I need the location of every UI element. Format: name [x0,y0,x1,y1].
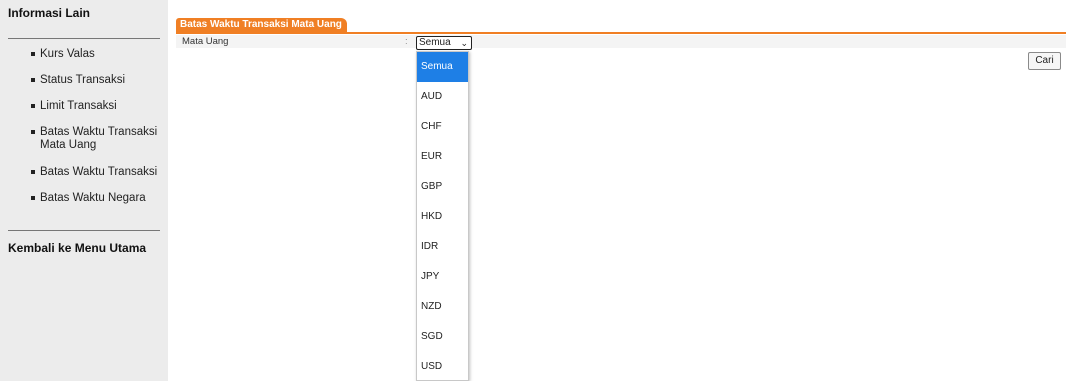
sidebar-item-kurs-valas[interactable]: Kurs Valas [0,48,168,61]
sidebar-item-label: Kurs Valas [40,48,95,60]
sidebar-item-batas-waktu-transaksi[interactable]: Batas Waktu Transaksi [0,166,168,179]
currency-option[interactable]: NZD [417,292,468,322]
bullet-icon [31,104,35,108]
currency-option[interactable]: HKD [417,202,468,232]
currency-option[interactable]: SGD [417,322,468,352]
currency-option[interactable]: CHF [417,112,468,142]
currency-dropdown-list: Semua AUD CHF EUR GBP HKD IDR JPY NZD SG… [416,51,469,381]
sidebar-divider [8,230,160,231]
sidebar-divider [8,38,160,39]
tab-underline [176,32,1066,34]
currency-option[interactable]: JPY [417,262,468,292]
currency-option[interactable]: IDR [417,232,468,262]
sidebar-item-batas-waktu-negara[interactable]: Batas Waktu Negara [0,192,168,205]
sidebar-item-status-transaksi[interactable]: Status Transaksi [0,74,168,87]
currency-option[interactable]: EUR [417,142,468,172]
currency-option[interactable]: AUD [417,82,468,112]
bullet-icon [31,196,35,200]
sidebar-item-limit-transaksi[interactable]: Limit Transaksi [0,100,168,113]
bullet-icon [31,52,35,56]
search-button[interactable]: Cari [1028,52,1061,70]
sidebar-title: Informasi Lain [8,6,91,20]
currency-option[interactable]: USD [417,352,468,380]
sidebar-item-label: Status Transaksi [40,74,126,86]
currency-select[interactable]: Semua ⌄ [416,36,472,50]
bullet-icon [31,78,35,82]
bullet-icon [31,170,35,174]
currency-option[interactable]: GBP [417,172,468,202]
sidebar-item-label: Batas Waktu Transaksi Mata Uang [40,126,158,151]
sidebar-item-label: Limit Transaksi [40,100,117,112]
chevron-down-icon: ⌄ [460,38,468,48]
currency-form-row: Mata Uang : [176,35,1066,48]
sidebar-menu: Kurs Valas Status Transaksi Limit Transa… [0,48,168,218]
currency-field-label: Mata Uang [182,36,229,47]
tab-batas-waktu-transaksi-mata-uang[interactable]: Batas Waktu Transaksi Mata Uang [176,18,347,32]
sidebar-item-label: Batas Waktu Negara [40,192,146,204]
sidebar-item-label: Batas Waktu Transaksi [40,166,158,178]
field-separator: : [405,36,408,47]
back-to-main-menu-link[interactable]: Kembali ke Menu Utama [8,241,146,255]
sidebar-item-batas-waktu-transaksi-mata-uang[interactable]: Batas Waktu Transaksi Mata Uang [0,126,168,152]
currency-option[interactable]: Semua [417,52,468,82]
sidebar: Informasi Lain Kurs Valas Status Transak… [0,0,168,381]
bullet-icon [31,130,35,134]
currency-select-value: Semua [419,37,451,48]
